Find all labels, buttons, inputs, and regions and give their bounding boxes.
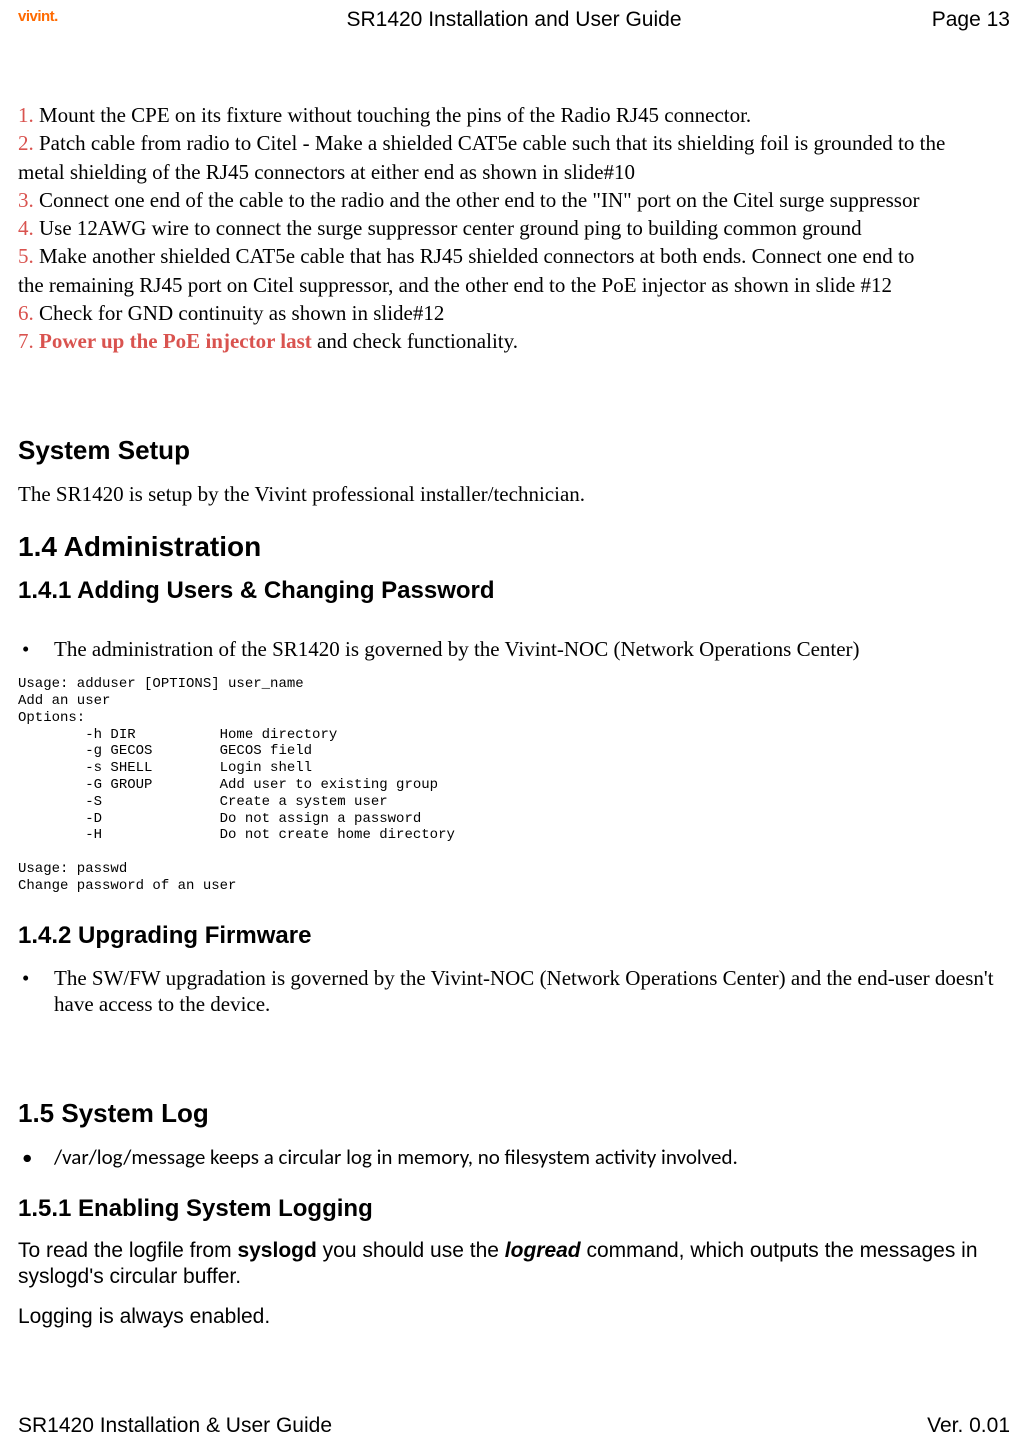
step-number: 4. [18, 216, 34, 240]
bullet-text: The SW/FW upgradation is governed by the… [54, 965, 1010, 1018]
admin-bullet-1: • The administration of the SR1420 is go… [18, 636, 1010, 662]
step-text: Check for GND continuity as shown in sli… [34, 301, 445, 325]
footer-left: SR1420 Installation & User Guide [18, 1414, 332, 1438]
logread-term: logread [505, 1239, 581, 1262]
bullet-text: The administration of the SR1420 is gove… [54, 636, 1010, 662]
step-number: 6. [18, 301, 34, 325]
step-number: 2. [18, 131, 34, 155]
header-title: SR1420 Installation and User Guide [346, 8, 681, 32]
bullet-icon: • [18, 636, 54, 662]
system-setup-heading: System Setup [18, 434, 1010, 467]
system-log-heading: 1.5 System Log [18, 1097, 1010, 1130]
header-page: Page 13 [932, 8, 1010, 32]
step-text: Mount the CPE on its fixture without tou… [34, 103, 751, 127]
step-2-cont: metal shielding of the RJ45 connectors a… [18, 159, 1010, 185]
step-number: 7. [18, 329, 34, 353]
step-text: Make another shielded CAT5e cable that h… [34, 244, 915, 268]
text: To read the logfile from [18, 1239, 237, 1262]
firmware-bullet: • The SW/FW upgradation is governed by t… [18, 965, 1010, 1018]
step-5-cont: the remaining RJ45 port on Citel suppres… [18, 272, 1010, 298]
step-number: 5. [18, 244, 34, 268]
upgrading-firmware-heading: 1.4.2 Upgrading Firmware [18, 921, 1010, 951]
syslog-bullet: • /var/log/message keeps a circular log … [18, 1144, 1010, 1170]
step-1: 1. Mount the CPE on its fixture without … [18, 102, 1010, 128]
step-text: and check functionality. [312, 329, 518, 353]
step-text-emphasis: Power up the PoE injector last [39, 329, 312, 353]
logread-paragraph: To read the logfile from syslogd you sho… [18, 1238, 1010, 1291]
logging-enabled-text: Logging is always enabled. [18, 1304, 1010, 1330]
step-6: 6. Check for GND continuity as shown in … [18, 300, 1010, 326]
step-number: 1. [18, 103, 34, 127]
bullet-icon: • [18, 965, 54, 1018]
step-2: 2. Patch cable from radio to Citel - Mak… [18, 130, 1010, 156]
bullet-icon: • [18, 1144, 54, 1170]
step-4: 4. Use 12AWG wire to connect the surge s… [18, 215, 1010, 241]
footer: SR1420 Installation & User Guide Ver. 0.… [18, 1414, 1010, 1438]
syslogd-term: syslogd [237, 1239, 316, 1262]
main-content: 1. Mount the CPE on its fixture without … [18, 102, 1010, 1331]
adding-users-heading: 1.4.1 Adding Users & Changing Password [18, 576, 1010, 606]
bullet-text: /var/log/message keeps a circular log in… [54, 1144, 1010, 1170]
step-5: 5. Make another shielded CAT5e cable tha… [18, 243, 1010, 269]
administration-heading: 1.4 Administration [18, 529, 1010, 564]
adduser-code-block: Usage: adduser [OPTIONS] user_name Add a… [18, 676, 1010, 894]
text: you should use the [317, 1239, 505, 1262]
system-setup-text: The SR1420 is setup by the Vivint profes… [18, 481, 1010, 507]
step-text: Patch cable from radio to Citel - Make a… [34, 131, 946, 155]
step-number: 3. [18, 188, 34, 212]
step-7: 7. Power up the PoE injector last and ch… [18, 328, 1010, 354]
logo: vivint. [18, 8, 58, 25]
enabling-syslog-heading: 1.5.1 Enabling System Logging [18, 1194, 1010, 1224]
step-3: 3. Connect one end of the cable to the r… [18, 187, 1010, 213]
footer-right: Ver. 0.01 [927, 1414, 1010, 1438]
step-text: Use 12AWG wire to connect the surge supp… [34, 216, 862, 240]
step-text: Connect one end of the cable to the radi… [34, 188, 920, 212]
